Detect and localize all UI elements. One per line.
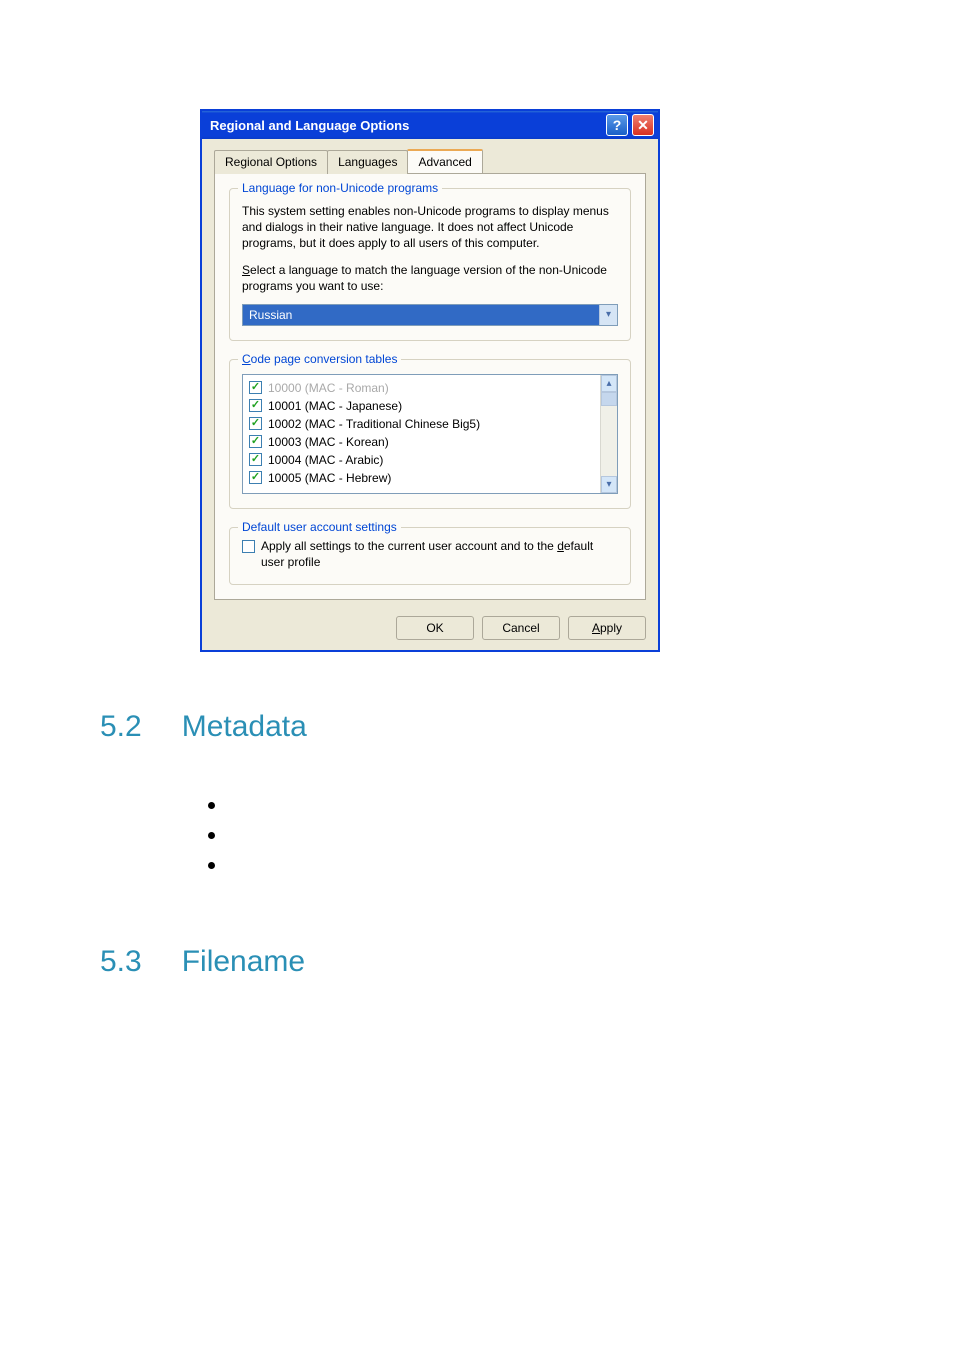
help-button[interactable]: ? (606, 114, 628, 136)
heading: 5.3 Filename (100, 945, 305, 979)
ok-button[interactable]: OK (396, 616, 474, 640)
checkbox-icon[interactable]: ✓ (249, 399, 262, 412)
group-legend: Default user account settings (238, 520, 401, 534)
bullet-icon (208, 862, 215, 869)
scroll-track[interactable] (601, 406, 617, 476)
checkbox-icon[interactable]: ✓ (249, 471, 262, 484)
list-item[interactable]: ✓ 10000 (MAC - Roman) (249, 379, 594, 397)
checkbox-icon[interactable]: ✓ (249, 417, 262, 430)
checkbox-icon[interactable]: ✓ (249, 453, 262, 466)
list-item-label: 10005 (MAC - Hebrew) (268, 471, 391, 485)
scroll-thumb[interactable] (601, 392, 617, 406)
scroll-up-icon[interactable]: ▴ (601, 375, 617, 392)
group-codepage-tables: Code page conversion tables ✓ 10000 (MAC… (229, 359, 631, 509)
list-item[interactable]: ✓ 10001 (MAC - Japanese) (249, 397, 594, 415)
checkbox-icon[interactable] (242, 540, 255, 553)
group-desc-2: Select a language to match the language … (242, 262, 618, 294)
heading-text: Metadata (182, 710, 307, 744)
apply-default-checkbox-row[interactable]: Apply all settings to the current user a… (242, 538, 618, 570)
tab-languages[interactable]: Languages (327, 150, 408, 174)
group-legend: Language for non-Unicode programs (238, 181, 442, 195)
checkbox-icon[interactable]: ✓ (249, 381, 262, 394)
checkbox-icon[interactable]: ✓ (249, 435, 262, 448)
list-item[interactable]: ✓ 10003 (MAC - Korean) (249, 433, 594, 451)
window-title: Regional and Language Options (210, 118, 602, 133)
tab-strip: Regional Options Languages Advanced (214, 149, 646, 173)
heading-number: 5.3 (100, 945, 142, 979)
checkbox-label: Apply all settings to the current user a… (261, 538, 618, 570)
scrollbar[interactable]: ▴ ▾ (600, 375, 617, 493)
heading-text: Filename (182, 945, 305, 979)
regional-language-dialog: Regional and Language Options ? ✕ Region… (200, 109, 660, 652)
bullet-list (208, 802, 307, 869)
heading: 5.2 Metadata (100, 710, 307, 744)
list-item-label: 10003 (MAC - Korean) (268, 435, 389, 449)
scroll-down-icon[interactable]: ▾ (601, 476, 617, 493)
section-5-3: 5.3 Filename (100, 945, 305, 979)
language-combobox-value: Russian (243, 305, 599, 325)
list-item-label: 10004 (MAC - Arabic) (268, 453, 383, 467)
group-desc-1: This system setting enables non-Unicode … (242, 203, 618, 252)
list-item[interactable]: ✓ 10002 (MAC - Traditional Chinese Big5) (249, 415, 594, 433)
tab-advanced[interactable]: Advanced (407, 149, 482, 173)
titlebar[interactable]: Regional and Language Options ? ✕ (202, 111, 658, 139)
list-item-label: 10002 (MAC - Traditional Chinese Big5) (268, 417, 480, 431)
close-button[interactable]: ✕ (632, 114, 654, 136)
bullet-icon (208, 802, 215, 809)
group-default-user-settings: Default user account settings Apply all … (229, 527, 631, 585)
section-5-2: 5.2 Metadata (100, 710, 307, 892)
codepage-items: ✓ 10000 (MAC - Roman) ✓ 10001 (MAC - Jap… (243, 375, 600, 493)
dialog-button-row: OK Cancel Apply (202, 608, 658, 650)
codepage-listbox[interactable]: ✓ 10000 (MAC - Roman) ✓ 10001 (MAC - Jap… (242, 374, 618, 494)
heading-number: 5.2 (100, 710, 142, 744)
list-item[interactable]: ✓ 10004 (MAC - Arabic) (249, 451, 594, 469)
apply-button[interactable]: Apply (568, 616, 646, 640)
tab-panel-advanced: Language for non-Unicode programs This s… (214, 173, 646, 600)
list-item[interactable]: ✓ 10005 (MAC - Hebrew) (249, 469, 594, 487)
list-item-label: 10001 (MAC - Japanese) (268, 399, 402, 413)
group-language-nonunicode: Language for non-Unicode programs This s… (229, 188, 631, 341)
chevron-down-icon[interactable]: ▾ (599, 305, 617, 325)
language-combobox[interactable]: Russian ▾ (242, 304, 618, 326)
tab-regional-options[interactable]: Regional Options (214, 150, 328, 174)
list-item-label: 10000 (MAC - Roman) (268, 381, 389, 395)
group-legend: Code page conversion tables (238, 352, 401, 366)
bullet-icon (208, 832, 215, 839)
cancel-button[interactable]: Cancel (482, 616, 560, 640)
